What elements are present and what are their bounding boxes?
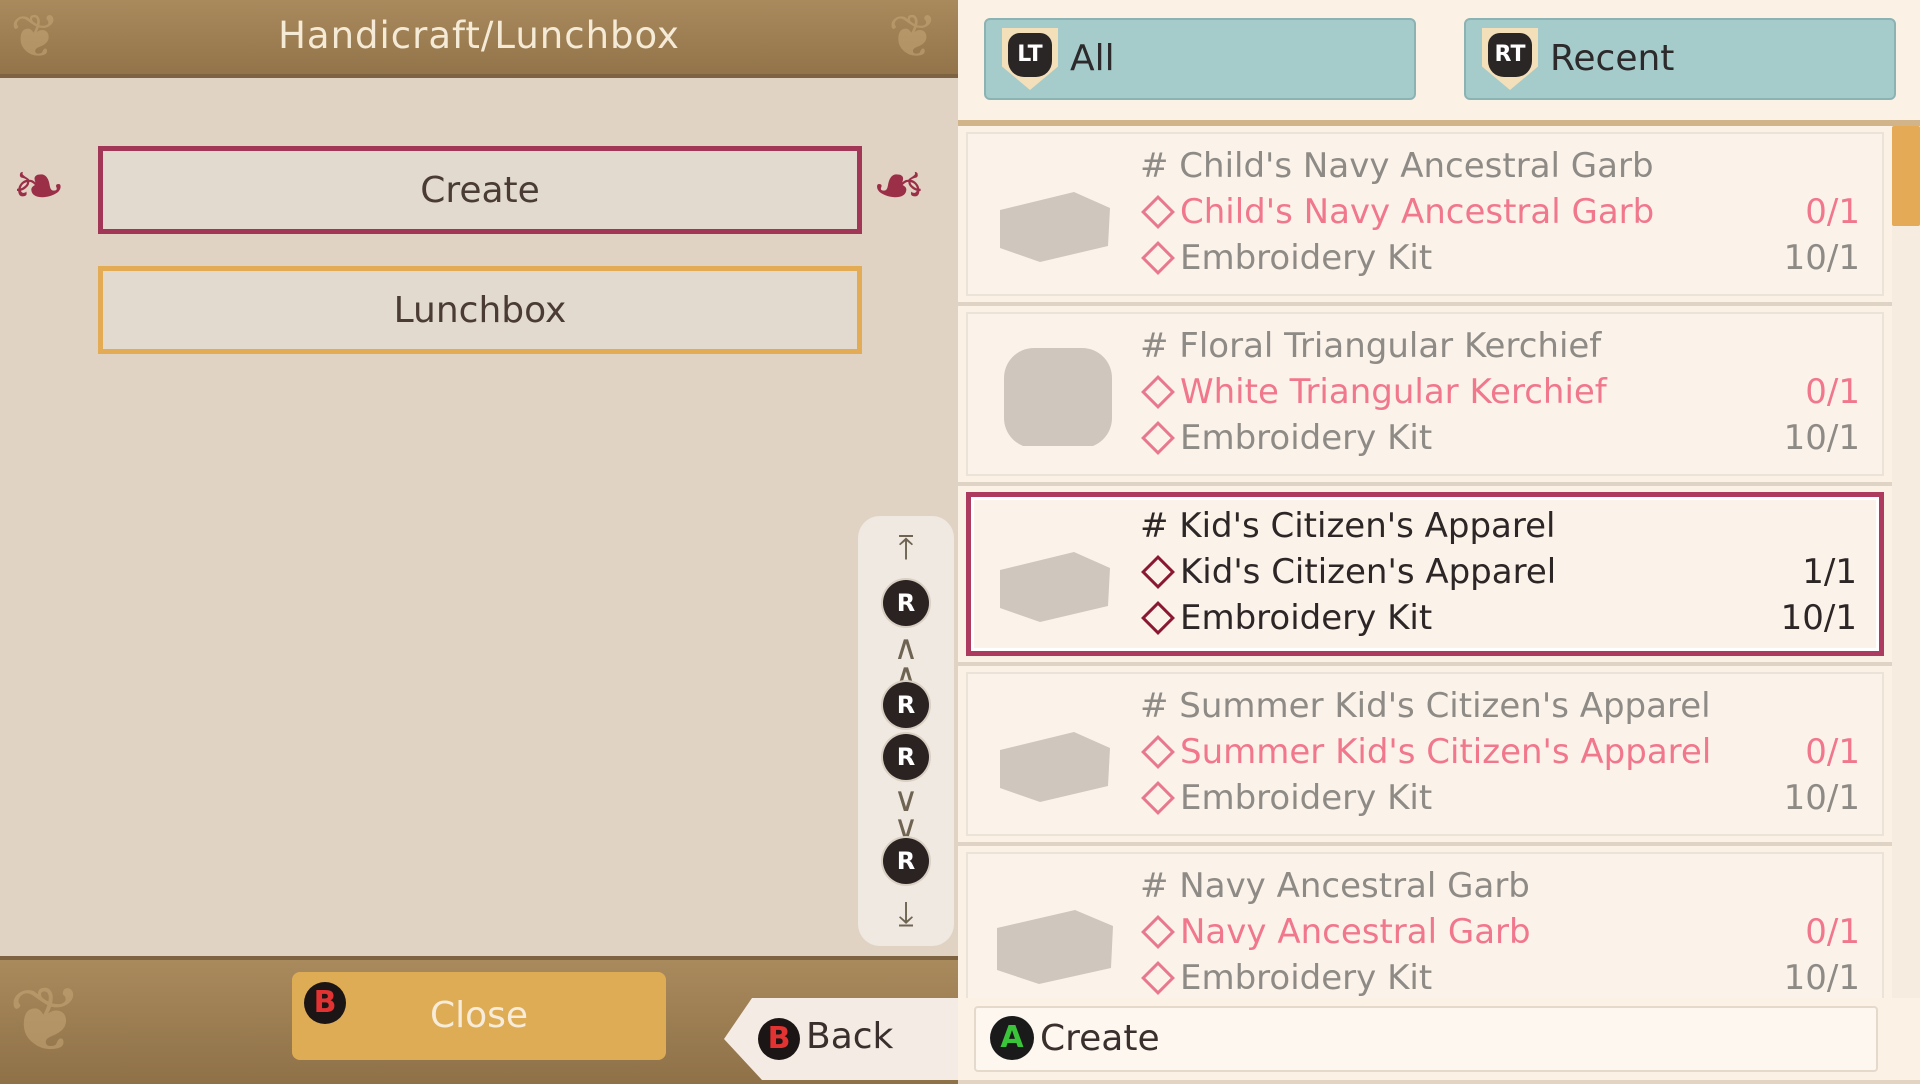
close-label: Close bbox=[429, 995, 529, 1036]
material-name: White Triangular Kerchief bbox=[1180, 372, 1607, 412]
create-button[interactable]: Create bbox=[98, 146, 862, 234]
divider bbox=[958, 482, 1892, 486]
recipe-item[interactable]: # Floral Triangular Kerchief White Trian… bbox=[966, 312, 1884, 476]
item-thumbnail-icon bbox=[997, 910, 1113, 984]
scrollbar-track[interactable] bbox=[1892, 126, 1920, 998]
tab-recent[interactable]: RT Recent bbox=[1464, 18, 1896, 100]
material-name: Embroidery Kit bbox=[1180, 598, 1433, 638]
diamond-icon bbox=[1141, 241, 1175, 275]
create-action-label: Create bbox=[1040, 1018, 1160, 1059]
rt-trigger-icon: RT bbox=[1482, 28, 1538, 90]
diamond-icon bbox=[1141, 375, 1175, 409]
scrollbar-thumb[interactable] bbox=[1892, 126, 1920, 226]
material-row: Embroidery Kit 10/1 bbox=[1140, 778, 1868, 818]
flourish-left-icon: ❧ bbox=[12, 150, 66, 224]
recipe-title: # Floral Triangular Kerchief bbox=[1140, 326, 1602, 366]
recipe-item-selected[interactable]: # Kid's Citizen's Apparel Kid's Citizen'… bbox=[966, 492, 1884, 656]
diamond-icon bbox=[1141, 195, 1175, 229]
diamond-icon bbox=[1141, 961, 1175, 995]
material-quantity: 0/1 bbox=[1805, 192, 1860, 232]
material-name: Kid's Citizen's Apparel bbox=[1180, 552, 1557, 592]
material-name: Summer Kid's Citizen's Apparel bbox=[1180, 732, 1712, 772]
material-quantity: 10/1 bbox=[1783, 238, 1860, 278]
divider bbox=[958, 842, 1892, 846]
recipe-category-panel: ❦ ❦ Handicraft/Lunchbox ❧ ❧ Create Lunch… bbox=[0, 0, 964, 1084]
material-quantity: 10/1 bbox=[1783, 958, 1860, 998]
recipe-title: # Child's Navy Ancestral Garb bbox=[1140, 146, 1654, 186]
recipe-item[interactable]: # Summer Kid's Citizen's Apparel Summer … bbox=[966, 672, 1884, 836]
scroll-bottom-icon: ⤓ bbox=[898, 894, 914, 934]
material-name: Embroidery Kit bbox=[1180, 778, 1433, 818]
tab-recent-label: Recent bbox=[1550, 38, 1675, 79]
item-thumbnail-icon bbox=[1000, 192, 1110, 262]
material-row: Embroidery Kit 10/1 bbox=[1140, 958, 1868, 998]
item-thumbnail-icon bbox=[1000, 552, 1110, 622]
recipe-list[interactable]: # Child's Navy Ancestral Garb Child's Na… bbox=[958, 126, 1892, 998]
material-name: Navy Ancestral Garb bbox=[1180, 912, 1531, 952]
material-name: Embroidery Kit bbox=[1180, 958, 1433, 998]
recipe-title: # Kid's Citizen's Apparel bbox=[1140, 506, 1556, 546]
close-button[interactable]: Close bbox=[292, 972, 666, 1060]
flourish-right-icon: ❧ bbox=[872, 150, 926, 224]
material-quantity: 1/1 bbox=[1802, 552, 1857, 592]
page-title: Handicraft/Lunchbox bbox=[278, 14, 680, 57]
material-name: Embroidery Kit bbox=[1180, 418, 1433, 458]
diamond-icon bbox=[1141, 915, 1175, 949]
page-down-icon: ∨ ∨ bbox=[893, 780, 919, 848]
header-bar: ❦ ❦ Handicraft/Lunchbox bbox=[0, 0, 958, 78]
divider bbox=[958, 302, 1892, 306]
material-name: Child's Navy Ancestral Garb bbox=[1180, 192, 1655, 232]
tab-all[interactable]: LT All bbox=[984, 18, 1416, 100]
a-button-icon: A bbox=[990, 1016, 1034, 1060]
material-row: Navy Ancestral Garb 0/1 bbox=[1140, 912, 1868, 952]
r-stick-left-icon: R bbox=[883, 682, 929, 728]
r-stick-right-icon: R bbox=[883, 734, 929, 780]
diamond-icon bbox=[1141, 555, 1175, 589]
b-button-icon: B bbox=[758, 1018, 800, 1060]
material-quantity: 0/1 bbox=[1805, 912, 1860, 952]
diamond-icon bbox=[1141, 601, 1175, 635]
material-row: Embroidery Kit 10/1 bbox=[1140, 598, 1865, 638]
recipe-item[interactable]: # Navy Ancestral Garb Navy Ancestral Gar… bbox=[966, 852, 1884, 998]
material-quantity: 10/1 bbox=[1780, 598, 1857, 638]
material-quantity: 10/1 bbox=[1783, 778, 1860, 818]
diamond-icon bbox=[1141, 735, 1175, 769]
recipe-title: # Navy Ancestral Garb bbox=[1140, 866, 1530, 906]
tab-all-label: All bbox=[1070, 38, 1115, 79]
material-row: Child's Navy Ancestral Garb 0/1 bbox=[1140, 192, 1868, 232]
divider bbox=[958, 662, 1892, 666]
ornament-icon: ❦ bbox=[8, 968, 84, 1073]
lt-trigger-icon: LT bbox=[1002, 28, 1058, 90]
scroll-controls-guide: ⤒ R ∧ ∧ R R ∨ ∨ R ⤓ bbox=[858, 516, 954, 946]
rt-label: RT bbox=[1488, 33, 1532, 77]
material-quantity: 0/1 bbox=[1805, 732, 1860, 772]
back-label: Back bbox=[806, 1016, 894, 1057]
item-thumbnail-icon bbox=[1000, 732, 1110, 802]
material-row: White Triangular Kerchief 0/1 bbox=[1140, 372, 1868, 412]
r-stick-down-icon: R bbox=[883, 838, 929, 884]
material-row: Embroidery Kit 10/1 bbox=[1140, 238, 1868, 278]
material-row: Summer Kid's Citizen's Apparel 0/1 bbox=[1140, 732, 1868, 772]
material-name: Embroidery Kit bbox=[1180, 238, 1433, 278]
r-stick-up-icon: R bbox=[883, 580, 929, 626]
lunchbox-button[interactable]: Lunchbox bbox=[98, 266, 862, 354]
material-row: Kid's Citizen's Apparel 1/1 bbox=[1140, 552, 1865, 592]
scroll-top-icon: ⤒ bbox=[898, 528, 914, 568]
item-thumbnail-icon bbox=[1004, 348, 1112, 446]
recipe-title: # Summer Kid's Citizen's Apparel bbox=[1140, 686, 1711, 726]
diamond-icon bbox=[1141, 781, 1175, 815]
diamond-icon bbox=[1141, 421, 1175, 455]
recipe-item[interactable]: # Child's Navy Ancestral Garb Child's Na… bbox=[966, 132, 1884, 296]
lt-label: LT bbox=[1008, 33, 1052, 77]
material-row: Embroidery Kit 10/1 bbox=[1140, 418, 1868, 458]
material-quantity: 10/1 bbox=[1783, 418, 1860, 458]
create-action-button[interactable]: A Create bbox=[974, 1006, 1878, 1072]
b-button-icon: B bbox=[304, 982, 346, 1024]
material-quantity: 0/1 bbox=[1805, 372, 1860, 412]
